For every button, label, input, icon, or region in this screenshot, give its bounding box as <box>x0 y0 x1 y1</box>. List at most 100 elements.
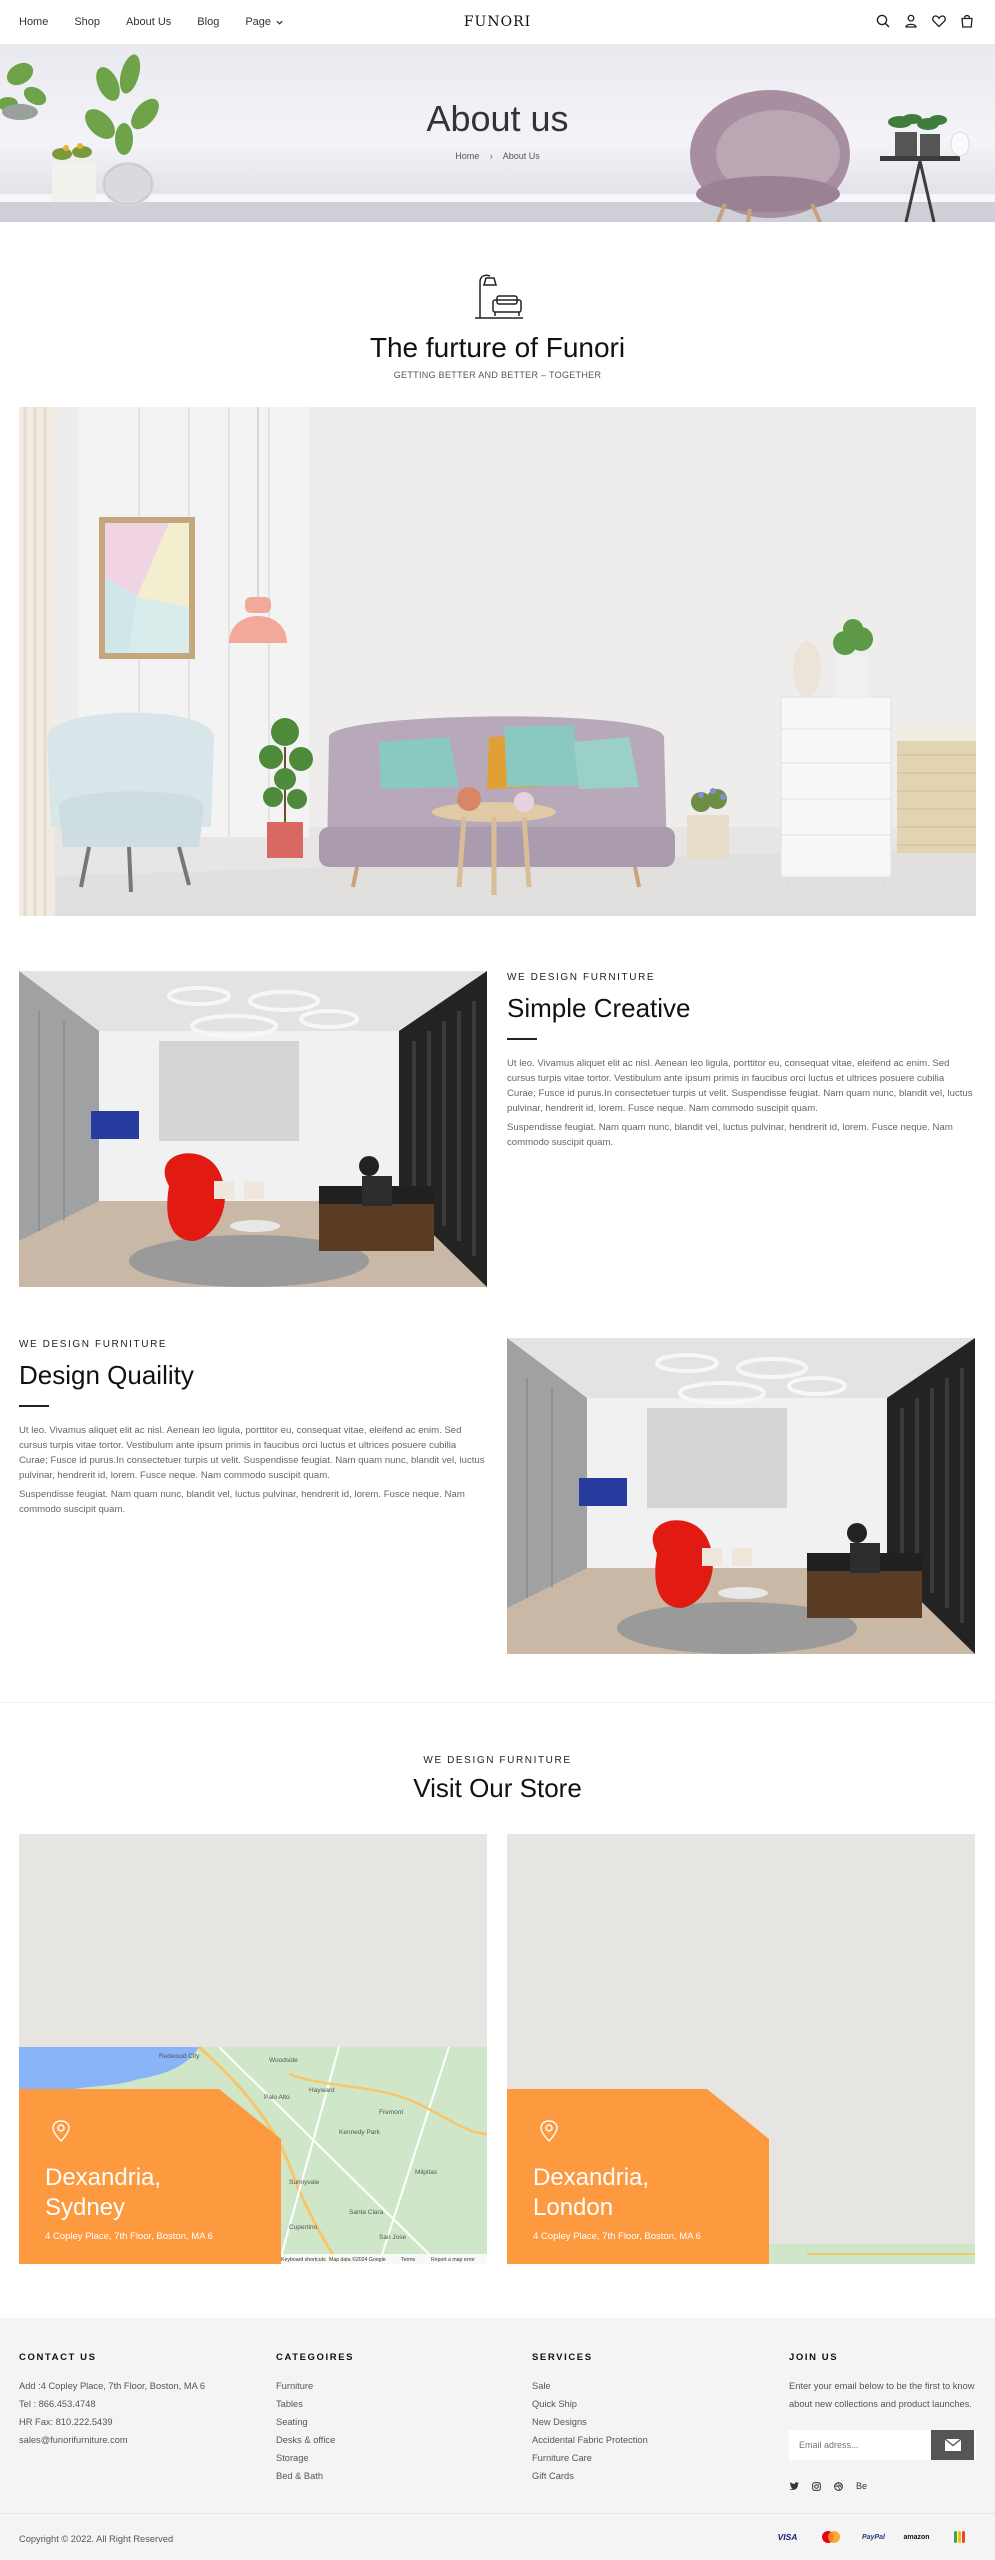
creative-title: Simple Creative <box>507 993 691 1023</box>
nav-link-shop[interactable]: Shop <box>74 16 100 28</box>
copyright: Copyright © 2022. All Right Reserved <box>19 2534 174 2544</box>
bag-icon[interactable] <box>959 13 975 29</box>
visa-icon: VISA <box>777 2532 798 2542</box>
location-pin-icon <box>540 2120 558 2142</box>
lamp-sofa-icon <box>475 274 523 319</box>
nav-link-page[interactable]: Page <box>245 16 284 28</box>
gpay-icon <box>943 2530 976 2544</box>
page-title: About us <box>426 98 569 139</box>
map-label: San Jose <box>379 2234 406 2241</box>
footer-join: JOIN US Enter your email below to be the… <box>789 2352 975 2413</box>
footer-divider <box>0 2513 995 2514</box>
heart-icon[interactable] <box>931 13 947 29</box>
twitter-icon[interactable] <box>789 2481 799 2491</box>
site-logo[interactable]: FUNORI <box>464 14 531 30</box>
user-icon[interactable] <box>903 13 919 29</box>
contact-email[interactable]: sales@funorifurniture.com <box>19 2431 205 2449</box>
subscribe-button[interactable] <box>931 2430 974 2460</box>
quality-eyebrow: WE DESIGN FURNITURE <box>19 1339 168 1350</box>
map-label: Kennedy Park <box>339 2129 381 2136</box>
store-card: Dexandria, London 4 Copley Place, 7th Fl… <box>507 2089 769 2264</box>
map-footer-terms[interactable]: Terms <box>401 2257 416 2263</box>
store-address: 4 Copley Place, 7th Floor, Boston, MA 6 <box>533 2231 701 2242</box>
creative-paragraph-1: Ut leo. Vivamus aliquet elit ac nisl. Ae… <box>507 1058 973 1114</box>
footer-link[interactable]: Sale <box>532 2377 648 2395</box>
map-label: Woodside <box>269 2057 298 2064</box>
map-label: Milpitas <box>415 2169 438 2176</box>
map-label: Santa Clara <box>349 2209 384 2216</box>
contact-address: Add :4 Copley Place, 7th Floor, Boston, … <box>19 2381 206 2391</box>
chevron-right-icon: › <box>489 151 493 161</box>
store-city: Dexandria, London <box>533 2164 650 2221</box>
map-footer-data: Map data ©2024 Google <box>329 2256 386 2263</box>
footer-heading: SERVICES <box>532 2352 593 2363</box>
nav-link-page-label: Page <box>245 16 272 28</box>
creative-paragraph-2: Suspendisse feugiat. Nam quam nunc, blan… <box>507 1122 953 1148</box>
email-input[interactable] <box>789 2430 931 2460</box>
footer-link[interactable]: Gift Cards <box>532 2467 648 2485</box>
nav-link-home[interactable]: Home <box>19 16 48 28</box>
top-nav: Home Shop About Us Blog Page FUNORI <box>0 0 995 44</box>
quality-office-image <box>507 1338 975 1654</box>
chevron-down-icon <box>276 20 283 25</box>
stores-eyebrow: WE DESIGN FURNITURE <box>423 1755 572 1766</box>
map-footer-report[interactable]: Report a map error <box>431 2257 475 2263</box>
search-icon[interactable] <box>875 13 891 29</box>
dribbble-icon[interactable] <box>834 2481 843 2491</box>
footer-link[interactable]: Bed & Bath <box>276 2467 354 2485</box>
contact-tel[interactable]: Tel : 866.453.4748 <box>19 2395 205 2413</box>
social-links: Be <box>789 2481 867 2491</box>
map-footer-shortcuts[interactable]: Keyboard shortcuts <box>281 2257 326 2263</box>
footer-contact: CONTACT US Add :4 Copley Place, 7th Floo… <box>19 2352 205 2449</box>
quality-text-block: WE DESIGN FURNITURE Design Quaility Ut l… <box>19 1339 487 1517</box>
footer-link[interactable]: New Designs <box>532 2413 648 2431</box>
footer-heading: CONTACT US <box>19 2352 97 2363</box>
amazon-icon: amazon <box>903 2533 930 2541</box>
quality-title: Design Quaility <box>19 1360 194 1390</box>
envelope-icon <box>944 2439 961 2451</box>
page-hero: About us Home › About Us <box>0 44 995 222</box>
footer-heading: JOIN US <box>789 2352 839 2363</box>
footer-link[interactable]: Furniture <box>276 2377 354 2395</box>
footer-link[interactable]: Furniture Care <box>532 2449 648 2467</box>
map-label: Redwood City <box>159 2053 200 2060</box>
footer-services: SERVICES Sale Quick Ship New Designs Acc… <box>532 2352 648 2485</box>
section-subtitle: GETTING BETTER AND BETTER – TOGETHER <box>393 370 602 380</box>
quality-paragraph-2: Suspendisse feugiat. Nam quam nunc, blan… <box>19 1489 465 1515</box>
payment-methods: VISA PayPal amazon <box>771 2530 976 2544</box>
footer-link[interactable]: Desks & office <box>276 2431 354 2449</box>
footer-link[interactable]: Storage <box>276 2449 354 2467</box>
footer-categories: CATEGOIRES Furniture Tables Seating Desk… <box>276 2352 354 2485</box>
instagram-icon[interactable] <box>812 2481 821 2491</box>
breadcrumb-home[interactable]: Home <box>455 151 479 161</box>
living-room-image <box>19 407 976 916</box>
location-pin-icon <box>52 2120 70 2142</box>
creative-eyebrow: WE DESIGN FURNITURE <box>507 972 656 983</box>
newsletter-form <box>789 2430 976 2460</box>
quality-paragraph-1: Ut leo. Vivamus aliquet elit ac nisl. Ae… <box>19 1425 485 1481</box>
title-underline <box>507 1038 537 1040</box>
creative-text-block: WE DESIGN FURNITURE Simple Creative Ut l… <box>507 972 975 1150</box>
footer-link[interactable]: Quick Ship <box>532 2395 648 2413</box>
nav-link-about[interactable]: About Us <box>126 16 171 28</box>
creative-office-image <box>19 971 487 1287</box>
store-map-london[interactable]: Dexandria, London 4 Copley Place, 7th Fl… <box>507 1834 975 2264</box>
paypal-icon: PayPal <box>862 2533 885 2541</box>
join-text: Enter your email below to be the first t… <box>789 2381 975 2409</box>
breadcrumb-current: About Us <box>502 151 540 161</box>
behance-icon[interactable]: Be <box>856 2481 867 2491</box>
stores-title: Visit Our Store <box>413 1773 582 1803</box>
store-map-sydney[interactable]: Woodside Redwood City Hayward Fremont Mi… <box>19 1834 487 2264</box>
section-title: The furture of Funori <box>369 332 626 363</box>
contact-fax: HR Fax: 810.222.5439 <box>19 2417 113 2427</box>
store-card: Dexandria, Sydney 4 Copley Place, 7th Fl… <box>19 2089 281 2264</box>
footer-link[interactable]: Seating <box>276 2413 354 2431</box>
store-address: 4 Copley Place, 7th Floor, Boston, MA 6 <box>45 2231 213 2242</box>
footer-link[interactable]: Tables <box>276 2395 354 2413</box>
mastercard-icon <box>814 2530 847 2544</box>
footer-link[interactable]: Accidental Fabric Protection <box>532 2431 648 2449</box>
nav-link-blog[interactable]: Blog <box>197 16 219 28</box>
breadcrumb: Home › About Us <box>0 151 995 161</box>
footer-heading: CATEGOIRES <box>276 2352 355 2363</box>
map-label: Hayward <box>309 2087 335 2094</box>
